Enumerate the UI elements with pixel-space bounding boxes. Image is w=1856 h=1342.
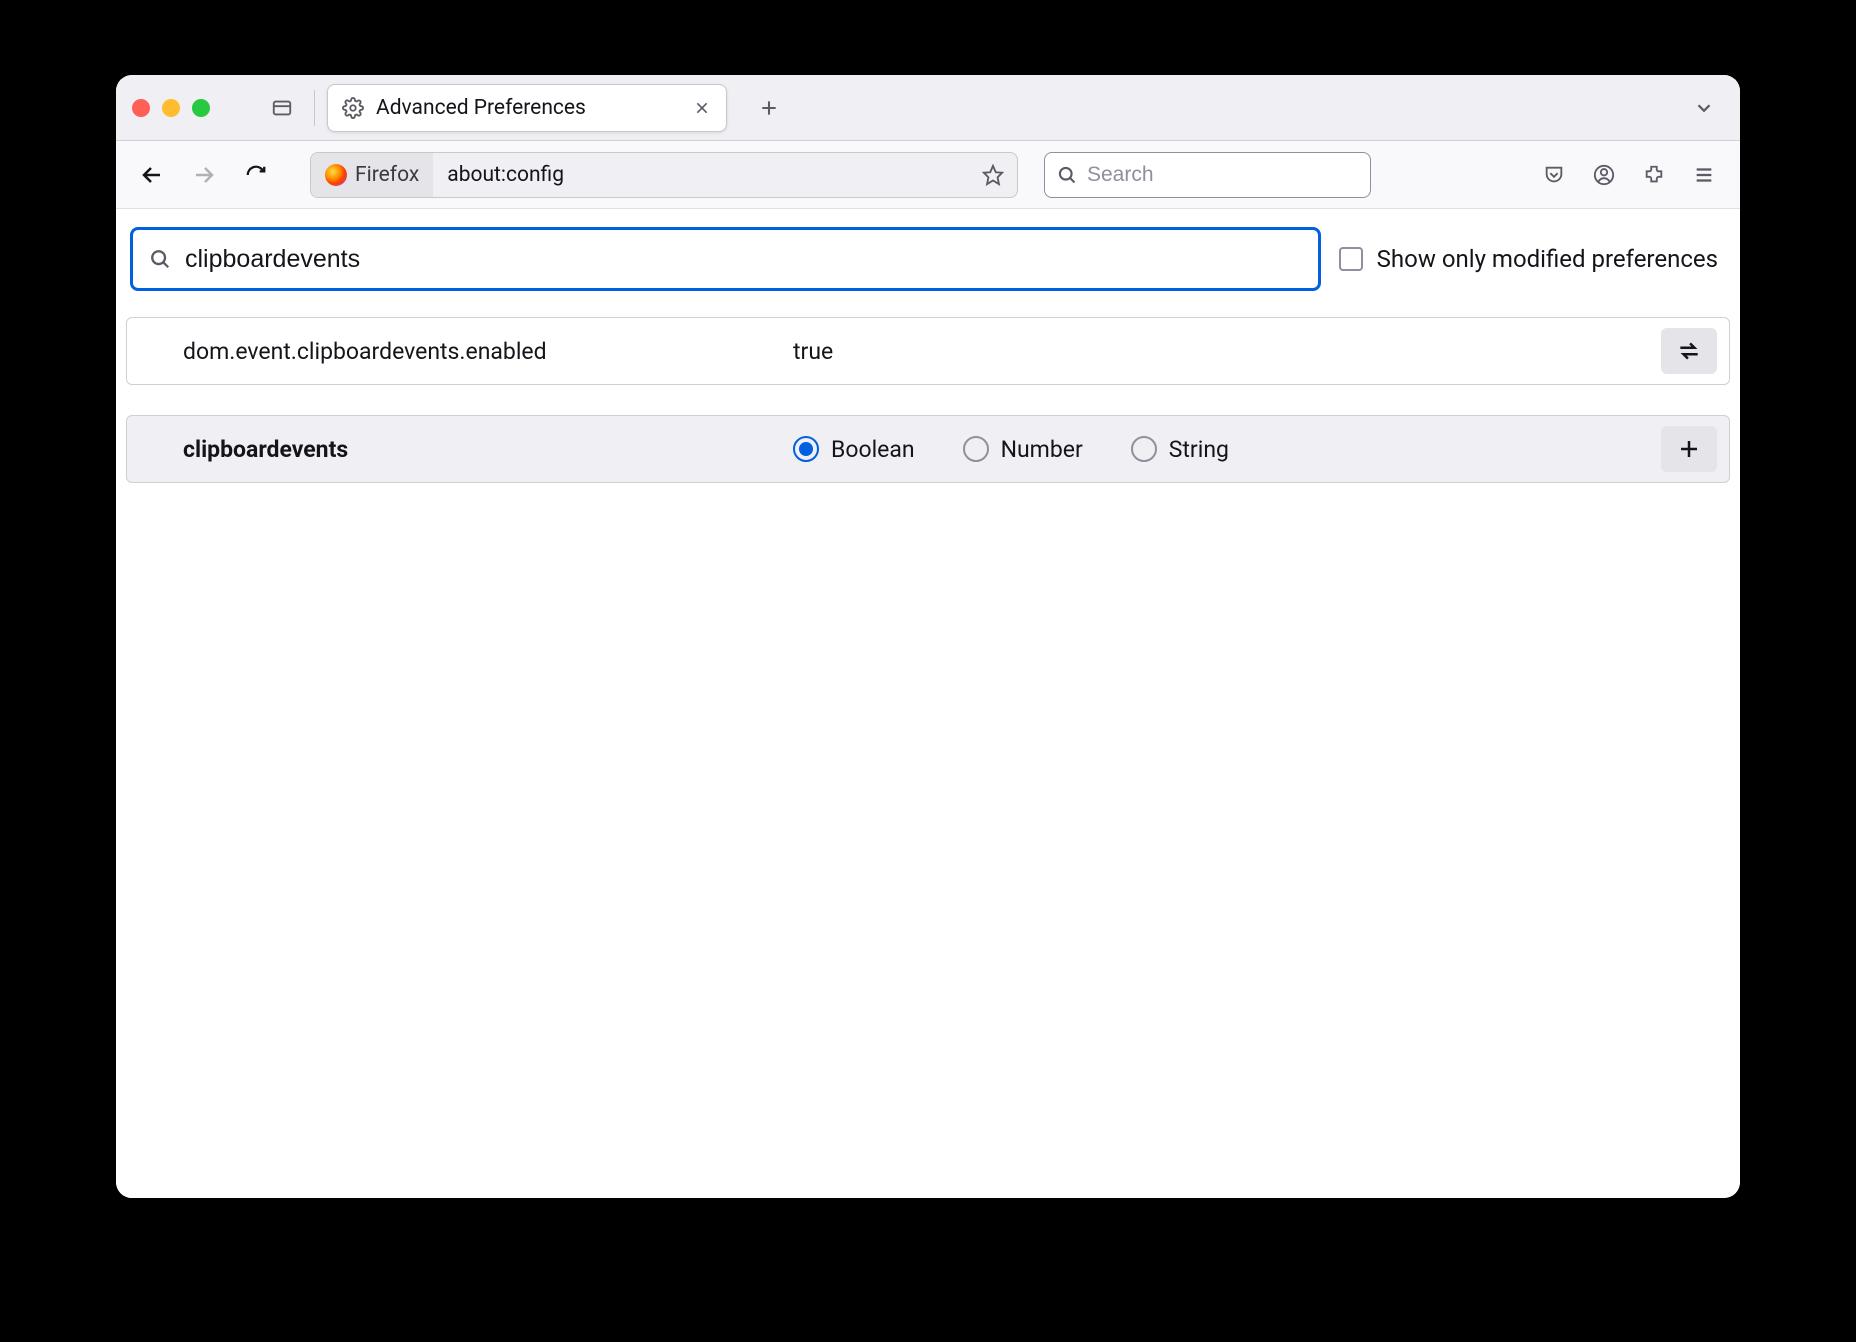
tab-title: Advanced Preferences bbox=[376, 96, 586, 120]
url-bar[interactable]: Firefox about:config bbox=[310, 152, 1018, 198]
sidebar-toggle-icon[interactable] bbox=[262, 88, 302, 128]
radio-label: String bbox=[1169, 436, 1229, 463]
toggle-button[interactable] bbox=[1661, 328, 1717, 374]
url-text[interactable]: about:config bbox=[433, 163, 973, 187]
new-preference-name: clipboardevents bbox=[183, 436, 793, 463]
preference-value: true bbox=[793, 338, 993, 365]
radio-boolean[interactable]: Boolean bbox=[793, 436, 915, 463]
separator bbox=[314, 90, 315, 126]
identity-label: Firefox bbox=[355, 163, 419, 187]
checkbox-icon[interactable] bbox=[1339, 247, 1363, 271]
bookmark-star-icon[interactable] bbox=[973, 155, 1013, 195]
reload-button[interactable] bbox=[234, 153, 278, 197]
account-icon[interactable] bbox=[1582, 153, 1626, 197]
tab-advanced-preferences[interactable]: Advanced Preferences bbox=[327, 84, 727, 132]
new-tab-button[interactable] bbox=[749, 88, 789, 128]
close-tab-icon[interactable] bbox=[688, 94, 716, 122]
back-button[interactable] bbox=[130, 153, 174, 197]
firefox-icon bbox=[325, 164, 347, 186]
new-preference-row[interactable]: clipboardevents Boolean Number String bbox=[126, 415, 1730, 483]
radio-number[interactable]: Number bbox=[963, 436, 1083, 463]
preference-type-radios: Boolean Number String bbox=[793, 436, 1229, 463]
preference-list: dom.event.clipboardevents.enabled true c… bbox=[126, 317, 1730, 483]
search-input[interactable] bbox=[1087, 163, 1358, 187]
radio-icon[interactable] bbox=[963, 436, 989, 462]
preference-row[interactable]: dom.event.clipboardevents.enabled true bbox=[126, 317, 1730, 385]
zoom-window-icon[interactable] bbox=[192, 99, 210, 117]
search-bar[interactable] bbox=[1044, 152, 1371, 198]
identity-box[interactable]: Firefox bbox=[311, 153, 433, 197]
radio-string[interactable]: String bbox=[1131, 436, 1229, 463]
settings-icon bbox=[342, 97, 364, 119]
preference-search-box[interactable] bbox=[130, 227, 1321, 291]
radio-label: Number bbox=[1001, 436, 1083, 463]
close-window-icon[interactable] bbox=[132, 99, 150, 117]
preference-name: dom.event.clipboardevents.enabled bbox=[183, 338, 793, 365]
forward-button[interactable] bbox=[182, 153, 226, 197]
preference-search-input[interactable] bbox=[185, 245, 1302, 274]
pocket-icon[interactable] bbox=[1532, 153, 1576, 197]
browser-window: Advanced Preferences Firefox bbox=[116, 75, 1740, 1198]
app-menu-icon[interactable] bbox=[1682, 153, 1726, 197]
window-controls bbox=[132, 99, 210, 117]
extensions-icon[interactable] bbox=[1632, 153, 1676, 197]
radio-label: Boolean bbox=[831, 436, 915, 463]
search-icon bbox=[1057, 165, 1077, 185]
add-button[interactable] bbox=[1661, 426, 1717, 472]
radio-icon[interactable] bbox=[793, 436, 819, 462]
search-icon bbox=[149, 248, 171, 270]
titlebar: Advanced Preferences bbox=[116, 75, 1740, 141]
show-modified-checkbox[interactable]: Show only modified preferences bbox=[1339, 245, 1726, 273]
minimize-window-icon[interactable] bbox=[162, 99, 180, 117]
list-all-tabs-icon[interactable] bbox=[1684, 88, 1724, 128]
navigation-toolbar: Firefox about:config bbox=[116, 141, 1740, 209]
radio-icon[interactable] bbox=[1131, 436, 1157, 462]
about-config-content: Show only modified preferences dom.event… bbox=[116, 209, 1740, 1198]
show-modified-label: Show only modified preferences bbox=[1377, 245, 1718, 273]
